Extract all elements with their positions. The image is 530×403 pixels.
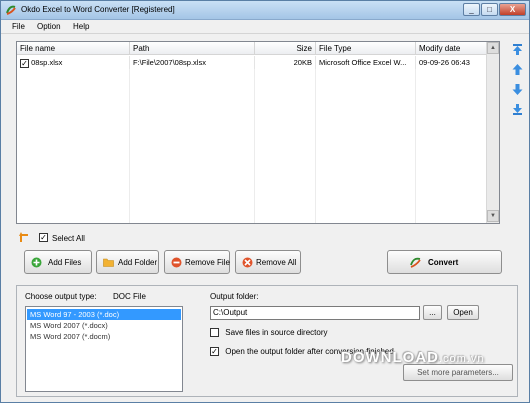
move-to-top-icon[interactable]: [511, 43, 524, 56]
column-header-size[interactable]: Size: [255, 42, 316, 55]
output-settings-panel: Choose output type: DOC File MS Word 97 …: [16, 285, 518, 397]
add-folder-label: Add Folder: [118, 258, 158, 267]
remove-all-icon: [242, 257, 253, 268]
menu-bar: File Option Help: [1, 20, 529, 34]
grid-divider: [415, 69, 416, 223]
window-title: Okdo Excel to Word Converter [Registered…: [21, 5, 175, 14]
column-header-file-type[interactable]: File Type: [316, 42, 416, 55]
save-in-source-checkbox[interactable]: [210, 328, 219, 338]
close-button[interactable]: X: [499, 3, 526, 16]
add-icon: [31, 257, 42, 268]
list-item[interactable]: MS Word 2007 (*.docx): [27, 320, 181, 331]
remove-file-button[interactable]: Remove File: [164, 250, 230, 274]
minimize-button[interactable]: _: [463, 3, 480, 16]
menu-option[interactable]: Option: [37, 22, 61, 31]
download-watermark: DOWNLOAD.com.vn: [341, 349, 485, 366]
remove-all-button[interactable]: Remove All: [235, 250, 301, 274]
browse-button[interactable]: ...: [423, 305, 442, 320]
add-files-label: Add Files: [48, 258, 82, 267]
move-down-icon[interactable]: [511, 83, 524, 96]
output-type-value: DOC File: [113, 292, 146, 301]
app-window: Okdo Excel to Word Converter [Registered…: [0, 0, 530, 403]
cell-modify-date: 09-09-26 06:43: [416, 56, 488, 69]
set-parameters-button[interactable]: Set more parameters...: [403, 364, 513, 381]
file-list-grid[interactable]: File name Path Size File Type Modify dat…: [16, 41, 500, 224]
cell-size: 20KB: [255, 56, 316, 69]
output-folder-label: Output folder:: [210, 292, 259, 301]
output-type-label: Choose output type:: [25, 292, 97, 301]
add-folder-button[interactable]: Add Folder: [96, 250, 159, 274]
convert-icon: [410, 257, 421, 268]
menu-file[interactable]: File: [12, 22, 25, 31]
save-in-source-label: Save files in source directory: [225, 328, 328, 337]
move-to-bottom-icon[interactable]: [511, 103, 524, 116]
open-after-checkbox[interactable]: ✓: [210, 347, 219, 357]
title-bar[interactable]: Okdo Excel to Word Converter [Registered…: [1, 1, 529, 20]
parent-folder-icon[interactable]: [18, 230, 31, 243]
remove-icon: [171, 257, 182, 268]
output-folder-input[interactable]: C:\Output: [210, 306, 420, 320]
app-logo-icon: [6, 5, 16, 15]
output-format-list[interactable]: MS Word 97 - 2003 (*.doc) MS Word 2007 (…: [25, 306, 183, 392]
scroll-down-icon[interactable]: ▼: [487, 210, 499, 222]
add-files-button[interactable]: Add Files: [24, 250, 92, 274]
select-all-checkbox[interactable]: ✓: [39, 233, 48, 242]
column-header-file-name[interactable]: File name: [17, 42, 130, 55]
convert-label: Convert: [428, 258, 459, 267]
move-up-icon[interactable]: [511, 63, 524, 76]
grid-divider: [254, 69, 255, 223]
remove-all-label: Remove All: [256, 258, 297, 267]
cell-file-type: Microsoft Office Excel W...: [316, 56, 416, 69]
maximize-button[interactable]: □: [481, 3, 498, 16]
list-item[interactable]: MS Word 97 - 2003 (*.doc): [27, 309, 181, 320]
watermark-suffix: .com.vn: [439, 353, 485, 365]
cell-file-name: ✓ 08sp.xlsx: [17, 56, 130, 69]
grid-scrollbar[interactable]: ▲ ▼: [486, 42, 499, 223]
convert-button[interactable]: Convert: [387, 250, 502, 274]
open-button[interactable]: Open: [447, 305, 479, 320]
watermark-main: DOWNLOAD: [341, 349, 439, 366]
save-in-source-option[interactable]: Save files in source directory: [210, 328, 328, 338]
file-name-text: 08sp.xlsx: [31, 58, 63, 67]
folder-icon: [103, 258, 114, 267]
list-item[interactable]: MS Word 2007 (*.docm): [27, 331, 181, 342]
column-header-path[interactable]: Path: [130, 42, 255, 55]
grid-divider: [129, 69, 130, 223]
grid-divider: [315, 69, 316, 223]
column-header-modify-date[interactable]: Modify date: [416, 42, 488, 55]
remove-file-label: Remove File: [185, 258, 230, 267]
scroll-up-icon[interactable]: ▲: [487, 42, 499, 54]
row-checkbox[interactable]: ✓: [20, 58, 29, 68]
menu-help[interactable]: Help: [73, 22, 89, 31]
cell-path: F:\File\2007\08sp.xlsx: [130, 56, 255, 69]
select-all-label: Select All: [52, 234, 85, 243]
